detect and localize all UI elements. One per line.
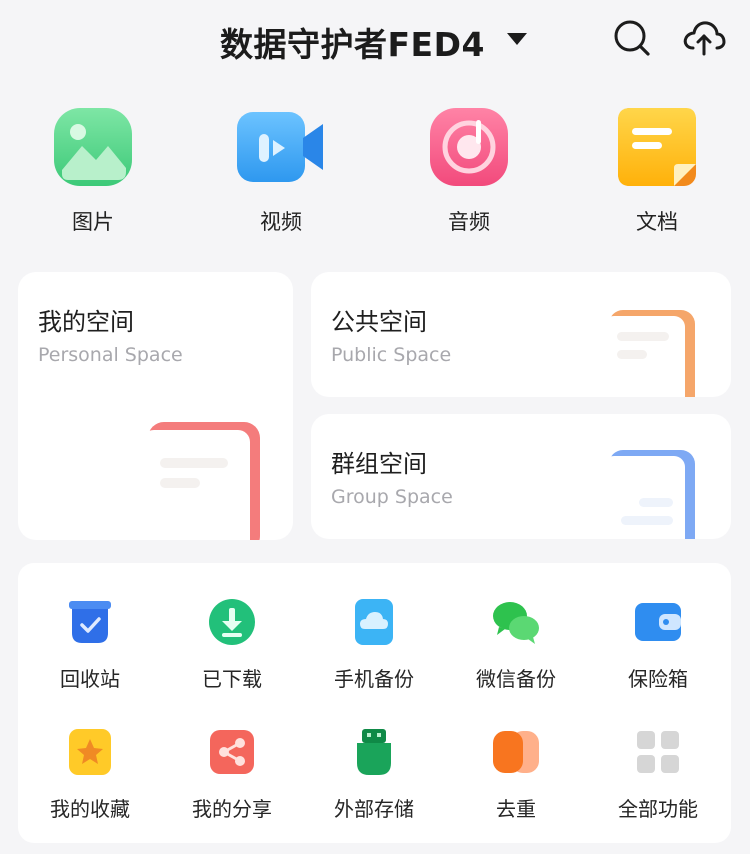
device-title[interactable]: 数据守护者FED4	[220, 18, 485, 66]
tool-downloaded[interactable]: 已下载	[162, 597, 302, 692]
search-icon[interactable]	[612, 18, 652, 58]
tool-favorites[interactable]: 我的收藏	[20, 727, 160, 822]
document-icon	[618, 108, 696, 186]
tool-label: 去重	[496, 797, 536, 821]
category-documents[interactable]: 文档	[602, 106, 712, 236]
phone-backup-icon	[355, 599, 393, 645]
dedupe-icon	[493, 731, 539, 773]
card-subtitle: Public Space	[331, 344, 452, 366]
tool-external-storage[interactable]: 外部存储	[304, 727, 444, 822]
tool-phone-backup[interactable]: 手机备份	[304, 597, 444, 692]
wechat-icon	[493, 602, 539, 644]
category-videos[interactable]: 视频	[226, 106, 336, 236]
tool-wechat-backup[interactable]: 微信备份	[446, 597, 586, 692]
public-space-card[interactable]: 公共空间 Public Space	[311, 272, 731, 397]
category-audio[interactable]: 音频	[414, 106, 524, 236]
chevron-down-icon[interactable]	[507, 33, 527, 45]
category-label: 音频	[448, 210, 490, 234]
download-icon	[209, 599, 255, 645]
folder-illustration-icon	[603, 310, 695, 397]
tool-label: 保险箱	[628, 667, 688, 691]
recycle-bin-icon	[69, 601, 111, 643]
star-icon	[69, 729, 111, 775]
tool-label: 手机备份	[334, 667, 414, 691]
tool-label: 回收站	[60, 667, 120, 691]
card-subtitle: Personal Space	[38, 344, 183, 366]
personal-space-card[interactable]: 我的空间 Personal Space	[18, 272, 293, 540]
top-bar: 数据守护者FED4	[0, 0, 750, 82]
tool-label: 我的分享	[192, 797, 272, 821]
tool-my-shares[interactable]: 我的分享	[162, 727, 302, 822]
tool-label: 我的收藏	[50, 797, 130, 821]
tool-dedupe[interactable]: 去重	[446, 727, 586, 822]
tool-safe-box[interactable]: 保险箱	[588, 597, 728, 692]
tool-all-features[interactable]: 全部功能	[588, 727, 728, 822]
folder-illustration-icon	[142, 422, 260, 540]
image-icon	[54, 108, 132, 186]
share-icon	[210, 730, 254, 774]
group-space-card[interactable]: 群组空间 Group Space	[311, 414, 731, 539]
category-label: 视频	[260, 210, 302, 234]
category-images[interactable]: 图片	[38, 106, 148, 236]
cloud-upload-icon[interactable]	[682, 18, 726, 58]
category-label: 文档	[636, 210, 678, 234]
category-label: 图片	[72, 210, 114, 234]
tool-label: 已下载	[202, 667, 262, 691]
card-title: 群组空间	[331, 450, 427, 478]
card-title: 公共空间	[331, 308, 427, 336]
card-title: 我的空间	[38, 308, 134, 336]
tool-label: 外部存储	[334, 797, 414, 821]
music-icon	[430, 108, 508, 186]
usb-icon	[357, 729, 391, 775]
tools-panel: 回收站 已下载 手机备份 微信备份 保险箱 我的收藏 我的分享 外部存储 去重 …	[18, 563, 731, 843]
card-subtitle: Group Space	[331, 486, 453, 508]
folder-illustration-icon	[603, 450, 695, 539]
video-icon	[237, 112, 323, 182]
grid-icon	[637, 731, 679, 773]
wallet-icon	[635, 603, 681, 641]
tool-recycle-bin[interactable]: 回收站	[20, 597, 160, 692]
tool-label: 微信备份	[476, 667, 556, 691]
tool-label: 全部功能	[618, 797, 698, 821]
